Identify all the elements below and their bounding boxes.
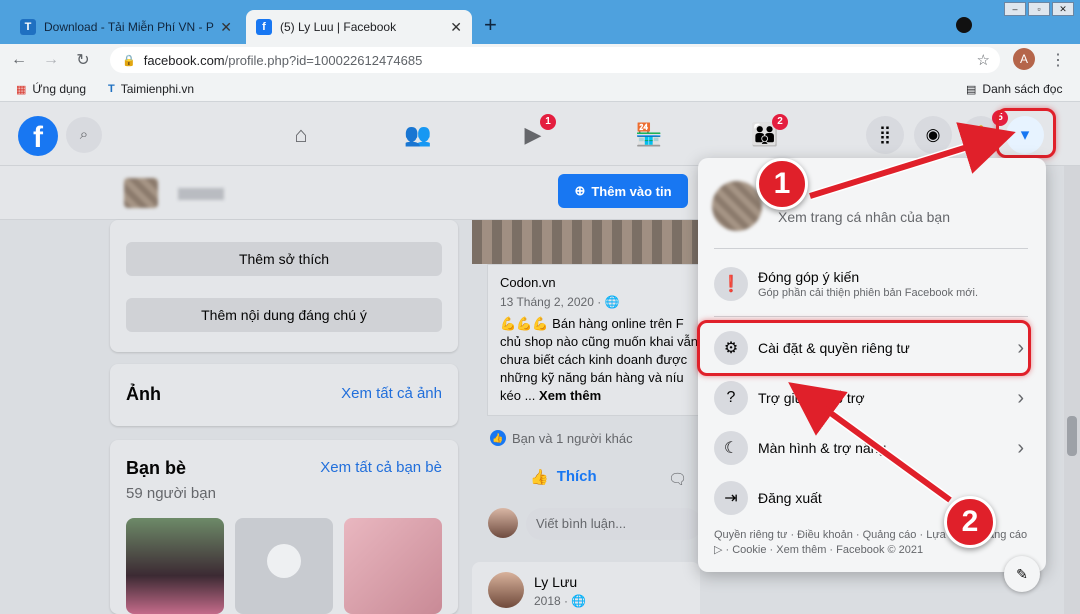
arrow-to-settings-item — [795, 387, 952, 503]
arrow-to-account-button — [809, 128, 1008, 199]
step-2-badge: 2 — [944, 496, 996, 548]
annotation-arrows — [788, 122, 1016, 504]
step-1-badge: 1 — [756, 158, 808, 210]
